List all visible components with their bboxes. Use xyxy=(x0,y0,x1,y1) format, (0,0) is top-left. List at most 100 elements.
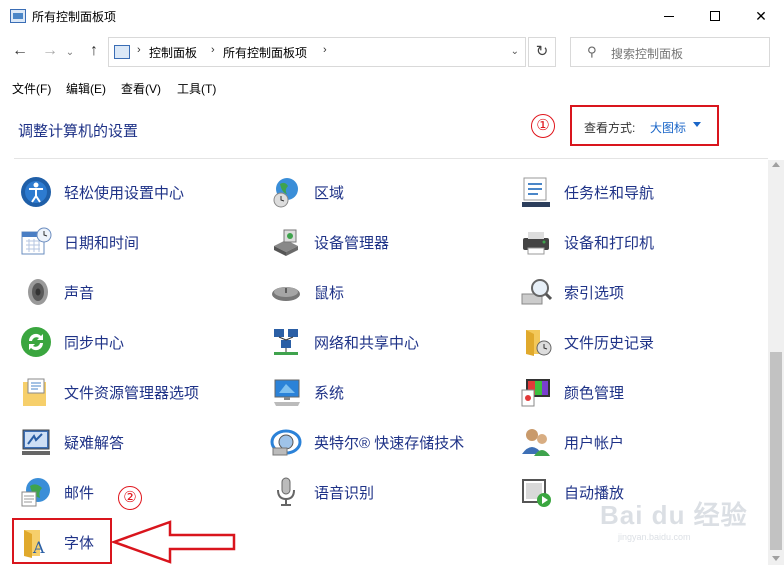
item-taskbar[interactable]: 任务栏和导航 xyxy=(520,172,654,212)
annotation-marker-1: ① xyxy=(531,114,555,138)
autoplay-icon xyxy=(520,476,552,508)
item-label: 疑难解答 xyxy=(64,434,125,452)
scroll-up-icon[interactable] xyxy=(772,162,780,167)
close-icon: ✕ xyxy=(755,7,767,24)
watermark-url: jingyan.baidu.com xyxy=(618,532,691,542)
navigation-bar: ← → ⌄ ↑ › 控制面板 › 所有控制面板项 › ⌄ ↻ ⚲ 搜索控制面板 xyxy=(0,32,784,72)
maximize-icon xyxy=(710,11,720,21)
troubleshooting-icon xyxy=(20,426,52,458)
menu-tools[interactable]: 工具(T) xyxy=(177,80,216,97)
ease-of-access-icon xyxy=(20,176,52,208)
watermark: Bai du 经验 jingyan.baidu.com xyxy=(600,495,760,555)
menu-file[interactable]: 文件(F) xyxy=(12,80,51,97)
item-system[interactable]: 系统 xyxy=(270,372,344,412)
item-troubleshooting[interactable]: 疑难解答 xyxy=(20,422,124,462)
region-globe-icon xyxy=(270,176,302,208)
control-panel-icon xyxy=(114,45,130,59)
control-panel-icon xyxy=(10,9,26,23)
address-bar[interactable]: › 控制面板 › 所有控制面板项 › ⌄ xyxy=(108,37,526,67)
divider xyxy=(14,158,768,159)
minimize-icon xyxy=(664,15,674,17)
minimize-button[interactable] xyxy=(646,0,692,32)
view-mode-highlight: 查看方式: 大图标 xyxy=(570,105,719,146)
item-device-manager[interactable]: 设备管理器 xyxy=(270,222,389,262)
sync-icon xyxy=(20,326,52,358)
chevron-down-icon[interactable]: ⌄ xyxy=(511,46,519,57)
item-devices-printers[interactable]: 设备和打印机 xyxy=(520,222,654,262)
item-label: 系统 xyxy=(314,384,345,402)
item-intel-rst[interactable]: 英特尔® 快速存储技术 xyxy=(270,422,464,462)
device-manager-icon xyxy=(270,226,302,258)
breadcrumb-all-items[interactable]: 所有控制面板项 xyxy=(223,44,307,61)
calendar-clock-icon xyxy=(20,226,52,258)
content-header: 调整计算机的设置 ① 查看方式: 大图标 xyxy=(0,98,784,160)
search-icon: ⚲ xyxy=(587,44,597,59)
search-input[interactable]: ⚲ 搜索控制面板 xyxy=(570,37,770,67)
item-file-history[interactable]: 文件历史记录 xyxy=(520,322,654,362)
printer-icon xyxy=(520,226,552,258)
folder-options-icon xyxy=(20,376,52,408)
forward-button[interactable]: → xyxy=(40,42,60,60)
item-sync-center[interactable]: 同步中心 xyxy=(20,322,124,362)
item-label: 文件资源管理器选项 xyxy=(64,384,200,402)
up-button[interactable]: ↑ xyxy=(84,42,104,60)
vertical-scrollbar[interactable] xyxy=(768,160,784,565)
menu-edit[interactable]: 编辑(E) xyxy=(66,80,106,97)
color-management-icon xyxy=(520,376,552,408)
chevron-right-icon[interactable]: › xyxy=(323,44,327,56)
item-explorer-options[interactable]: 文件资源管理器选项 xyxy=(20,372,199,412)
item-label: 文件历史记录 xyxy=(564,334,655,352)
scroll-thumb[interactable] xyxy=(770,352,782,550)
item-sound[interactable]: 声音 xyxy=(20,272,94,312)
item-color-management[interactable]: 颜色管理 xyxy=(520,372,624,412)
item-label: 颜色管理 xyxy=(564,384,625,402)
caret-down-icon[interactable] xyxy=(693,122,701,127)
maximize-button[interactable] xyxy=(692,0,738,32)
item-label: 邮件 xyxy=(64,484,95,502)
recent-locations-button[interactable]: ⌄ xyxy=(60,47,80,58)
page-title: 调整计算机的设置 xyxy=(18,123,139,140)
item-ease-of-access[interactable]: 轻松使用设置中心 xyxy=(20,172,184,212)
item-label: 网络和共享中心 xyxy=(314,334,420,352)
item-label: 声音 xyxy=(64,284,95,302)
item-label: 鼠标 xyxy=(314,284,345,302)
search-placeholder: 搜索控制面板 xyxy=(611,47,684,61)
system-monitor-icon xyxy=(270,376,302,408)
item-network-sharing[interactable]: 网络和共享中心 xyxy=(270,322,419,362)
close-button[interactable]: ✕ xyxy=(738,0,784,32)
user-accounts-icon xyxy=(520,426,552,458)
item-date-time[interactable]: 日期和时间 xyxy=(20,222,139,262)
item-speech-recognition[interactable]: 语音识别 xyxy=(270,472,374,512)
item-user-accounts[interactable]: 用户帐户 xyxy=(520,422,624,462)
menu-view[interactable]: 查看(V) xyxy=(121,80,161,97)
refresh-icon: ↻ xyxy=(535,43,549,60)
item-label: 同步中心 xyxy=(64,334,125,352)
item-label: 英特尔® 快速存储技术 xyxy=(314,434,465,452)
taskbar-icon xyxy=(520,176,552,208)
file-history-icon xyxy=(520,326,552,358)
item-region[interactable]: 区域 xyxy=(270,172,344,212)
annotation-arrow xyxy=(112,520,236,564)
title-bar: 所有控制面板项 ✕ xyxy=(0,0,784,32)
chevron-right-icon[interactable]: › xyxy=(137,44,141,56)
microphone-icon xyxy=(270,476,302,508)
watermark-brand: Bai du 经验 xyxy=(600,500,748,530)
speaker-icon xyxy=(20,276,52,308)
back-button[interactable]: ← xyxy=(10,42,30,60)
item-label: 设备管理器 xyxy=(314,234,390,252)
item-label: 语音识别 xyxy=(314,484,375,502)
chevron-right-icon[interactable]: › xyxy=(211,44,215,56)
fonts-highlight xyxy=(12,518,112,564)
refresh-button[interactable]: ↻ xyxy=(528,37,556,67)
view-mode-dropdown[interactable]: 大图标 xyxy=(650,119,686,136)
breadcrumb-control-panel[interactable]: 控制面板 xyxy=(149,44,197,61)
window-title: 所有控制面板项 xyxy=(32,10,117,24)
item-label: 设备和打印机 xyxy=(564,234,655,252)
scroll-down-icon[interactable] xyxy=(772,556,780,561)
indexing-icon xyxy=(520,276,553,308)
item-mouse[interactable]: 鼠标 xyxy=(270,272,344,312)
network-icon xyxy=(270,326,302,358)
intel-rst-icon xyxy=(270,426,302,458)
item-indexing-options[interactable]: 索引选项 xyxy=(520,272,624,312)
item-mail[interactable]: 邮件 xyxy=(20,472,94,512)
